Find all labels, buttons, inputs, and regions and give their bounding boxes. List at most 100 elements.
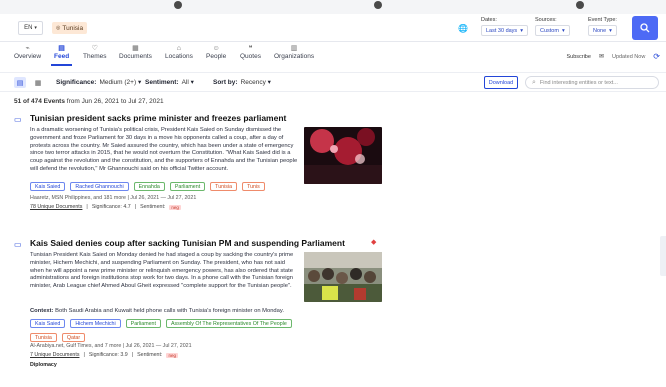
language-label: EN [24, 25, 33, 31]
flag-icon[interactable]: ◆ [371, 238, 376, 246]
event-stats: 7 Unique Documents | Significance: 3.9 |… [30, 352, 178, 358]
tab-people[interactable]: ☺ People [206, 44, 226, 60]
entity-tag-person[interactable]: Kais Saied [30, 182, 66, 191]
protest-photo [304, 127, 382, 184]
entity-tag-person[interactable]: Hichem Mechichi [70, 319, 121, 328]
dates-label: Dates: [481, 17, 497, 23]
feed-icon: ▤ [58, 45, 65, 52]
context-text: Both Saudi Arabia and Kuwait held phone … [55, 308, 284, 314]
unique-documents-link[interactable]: 7 Unique Documents [30, 352, 79, 358]
bell-icon[interactable]: ✉ [599, 53, 604, 60]
tab-locations[interactable]: ⌂ Locations [165, 44, 193, 60]
sort-value: Recency [240, 79, 266, 86]
language-select[interactable]: EN ▾ [18, 21, 43, 35]
event-topic[interactable]: Diplomacy [30, 362, 57, 368]
tab-feed[interactable]: ▤ Feed [50, 44, 73, 66]
event-sources: Haaretz, MSN Philippines, and 181 more |… [30, 195, 197, 201]
event-type-filter: Event Type: None ▾ [588, 17, 617, 36]
entity-tag-org[interactable]: Assembly Of The Representatives Of The P… [165, 319, 292, 328]
search-button[interactable] [632, 16, 658, 40]
tab-documents[interactable]: ▦ Documents [119, 44, 152, 60]
pager-dot[interactable] [174, 1, 182, 9]
chevron-down-icon: ▾ [190, 79, 194, 86]
tab-quotes[interactable]: ❝ Quotes [240, 44, 261, 60]
results-count: 51 of 474 Events from Jun 26, 2021 to Ju… [14, 98, 164, 105]
context-label: Context: [30, 308, 54, 314]
event-type-select[interactable]: None ▾ [588, 25, 617, 36]
unique-documents-link[interactable]: 78 Unique Documents [30, 204, 82, 210]
sentiment-label: Sentiment: [137, 352, 163, 358]
sentiment-filter[interactable]: Sentiment: All ▾ [145, 78, 194, 86]
tab-label: Documents [119, 53, 152, 60]
location-icon: ◎ [56, 25, 61, 31]
search-term-pill[interactable]: ◎ Tunisia [52, 22, 88, 34]
people-icon: ☺ [212, 45, 220, 52]
entity-tag-org[interactable]: Parliament [169, 182, 206, 191]
sentiment-value: All [181, 79, 189, 86]
significance-filter[interactable]: Significance: Medium (2+) ▾ [56, 78, 141, 86]
dates-filter: Dates: Last 30 days ▾ [481, 17, 528, 36]
separator: | [131, 352, 134, 358]
chevron-down-icon: ▾ [34, 25, 37, 31]
event-image[interactable] [304, 127, 382, 184]
grid-view-icon: ▦ [34, 79, 42, 87]
side-feedback-tab[interactable] [660, 236, 666, 276]
entity-tag-location[interactable]: Qatar [61, 333, 86, 342]
overview-icon: ⌁ [25, 45, 30, 52]
event-type-icon: ▭ [14, 115, 22, 124]
chevron-down-icon: ▾ [561, 27, 565, 34]
entity-tag-location[interactable]: Tunisia [30, 333, 57, 342]
event-title[interactable]: Tunisian president sacks prime minister … [30, 113, 286, 123]
event-sources: Al-Arabiya.net, Gulf Times, and 7 more |… [30, 343, 192, 349]
globe-icon[interactable]: 🌐 [458, 24, 468, 33]
entity-tag-person[interactable]: Rached Ghannouchi [70, 182, 129, 191]
event-stats: 78 Unique Documents | Significance: 4.7 … [30, 204, 181, 210]
documents-icon: ▦ [132, 45, 139, 52]
download-button[interactable]: Download [484, 76, 518, 89]
sources-filter: Sources: Custom ▾ [535, 17, 570, 36]
entity-tag-location[interactable]: Tunis [242, 182, 265, 191]
dates-select[interactable]: Last 30 days ▾ [481, 25, 528, 36]
list-view-button[interactable]: ▤ [14, 77, 26, 88]
sentiment-label: Sentiment: [145, 79, 179, 86]
entity-tag-location[interactable]: Tunisia [210, 182, 238, 191]
event-title[interactable]: Kais Saied denies coup after sacking Tun… [30, 238, 345, 248]
chevron-down-icon: ▾ [267, 79, 271, 86]
sort-label: Sort by: [213, 79, 238, 86]
sources-select[interactable]: Custom ▾ [535, 25, 570, 36]
significance-label: Significance: [56, 79, 97, 86]
entity-tag-person[interactable]: Kais Saied [30, 319, 66, 328]
updated-status: Updated Now [611, 53, 646, 60]
tab-label: Quotes [240, 53, 261, 60]
subscribe-button[interactable]: Subscribe [566, 54, 590, 60]
event-summary: Tunisian President Kais Saied on Monday … [30, 252, 294, 290]
refresh-icon[interactable]: ⟳ [653, 52, 660, 61]
event-type-value: None [593, 27, 607, 34]
dates-value: Last 30 days [486, 27, 518, 34]
sentiment-badge: neg [169, 204, 181, 210]
nav-tabs: ⌁ Overview ▤ Feed ♡ Themes ▦ Documents ⌂… [0, 42, 666, 68]
search-term-label: Tunisia [62, 24, 84, 32]
entity-tag-org[interactable]: Parliament [125, 319, 161, 328]
pager-dot[interactable] [374, 1, 382, 9]
event-type-label: Event Type: [588, 17, 617, 23]
quotes-icon: ❝ [248, 45, 253, 52]
subscribe-area: Subscribe ✉ Updated Now ⟳ [566, 52, 660, 61]
pager-dot[interactable] [576, 1, 584, 9]
entity-tag-org[interactable]: Ennahda [133, 182, 165, 191]
event-image[interactable] [304, 252, 382, 302]
tab-themes[interactable]: ♡ Themes [83, 44, 106, 60]
entity-search-input[interactable]: ⌕ Find interesting entities or text... [525, 76, 659, 89]
tab-label: Feed [54, 53, 70, 60]
grid-view-button[interactable]: ▦ [32, 77, 44, 88]
themes-icon: ♡ [91, 45, 98, 52]
tab-organizations[interactable]: ▥ Organizations [274, 44, 314, 60]
event-type-icon: ▭ [14, 240, 22, 249]
sort-filter[interactable]: Sort by: Recency ▾ [213, 78, 271, 86]
results-range: from Jun 26, 2021 to Jul 27, 2021 [66, 98, 164, 105]
tab-label: Locations [165, 53, 193, 60]
significance-score: Significance: 4.7 [91, 204, 131, 210]
tab-overview[interactable]: ⌁ Overview [14, 44, 41, 60]
sources-label: Sources: [535, 17, 557, 23]
entity-search-placeholder: Find interesting entities or text... [539, 79, 618, 86]
